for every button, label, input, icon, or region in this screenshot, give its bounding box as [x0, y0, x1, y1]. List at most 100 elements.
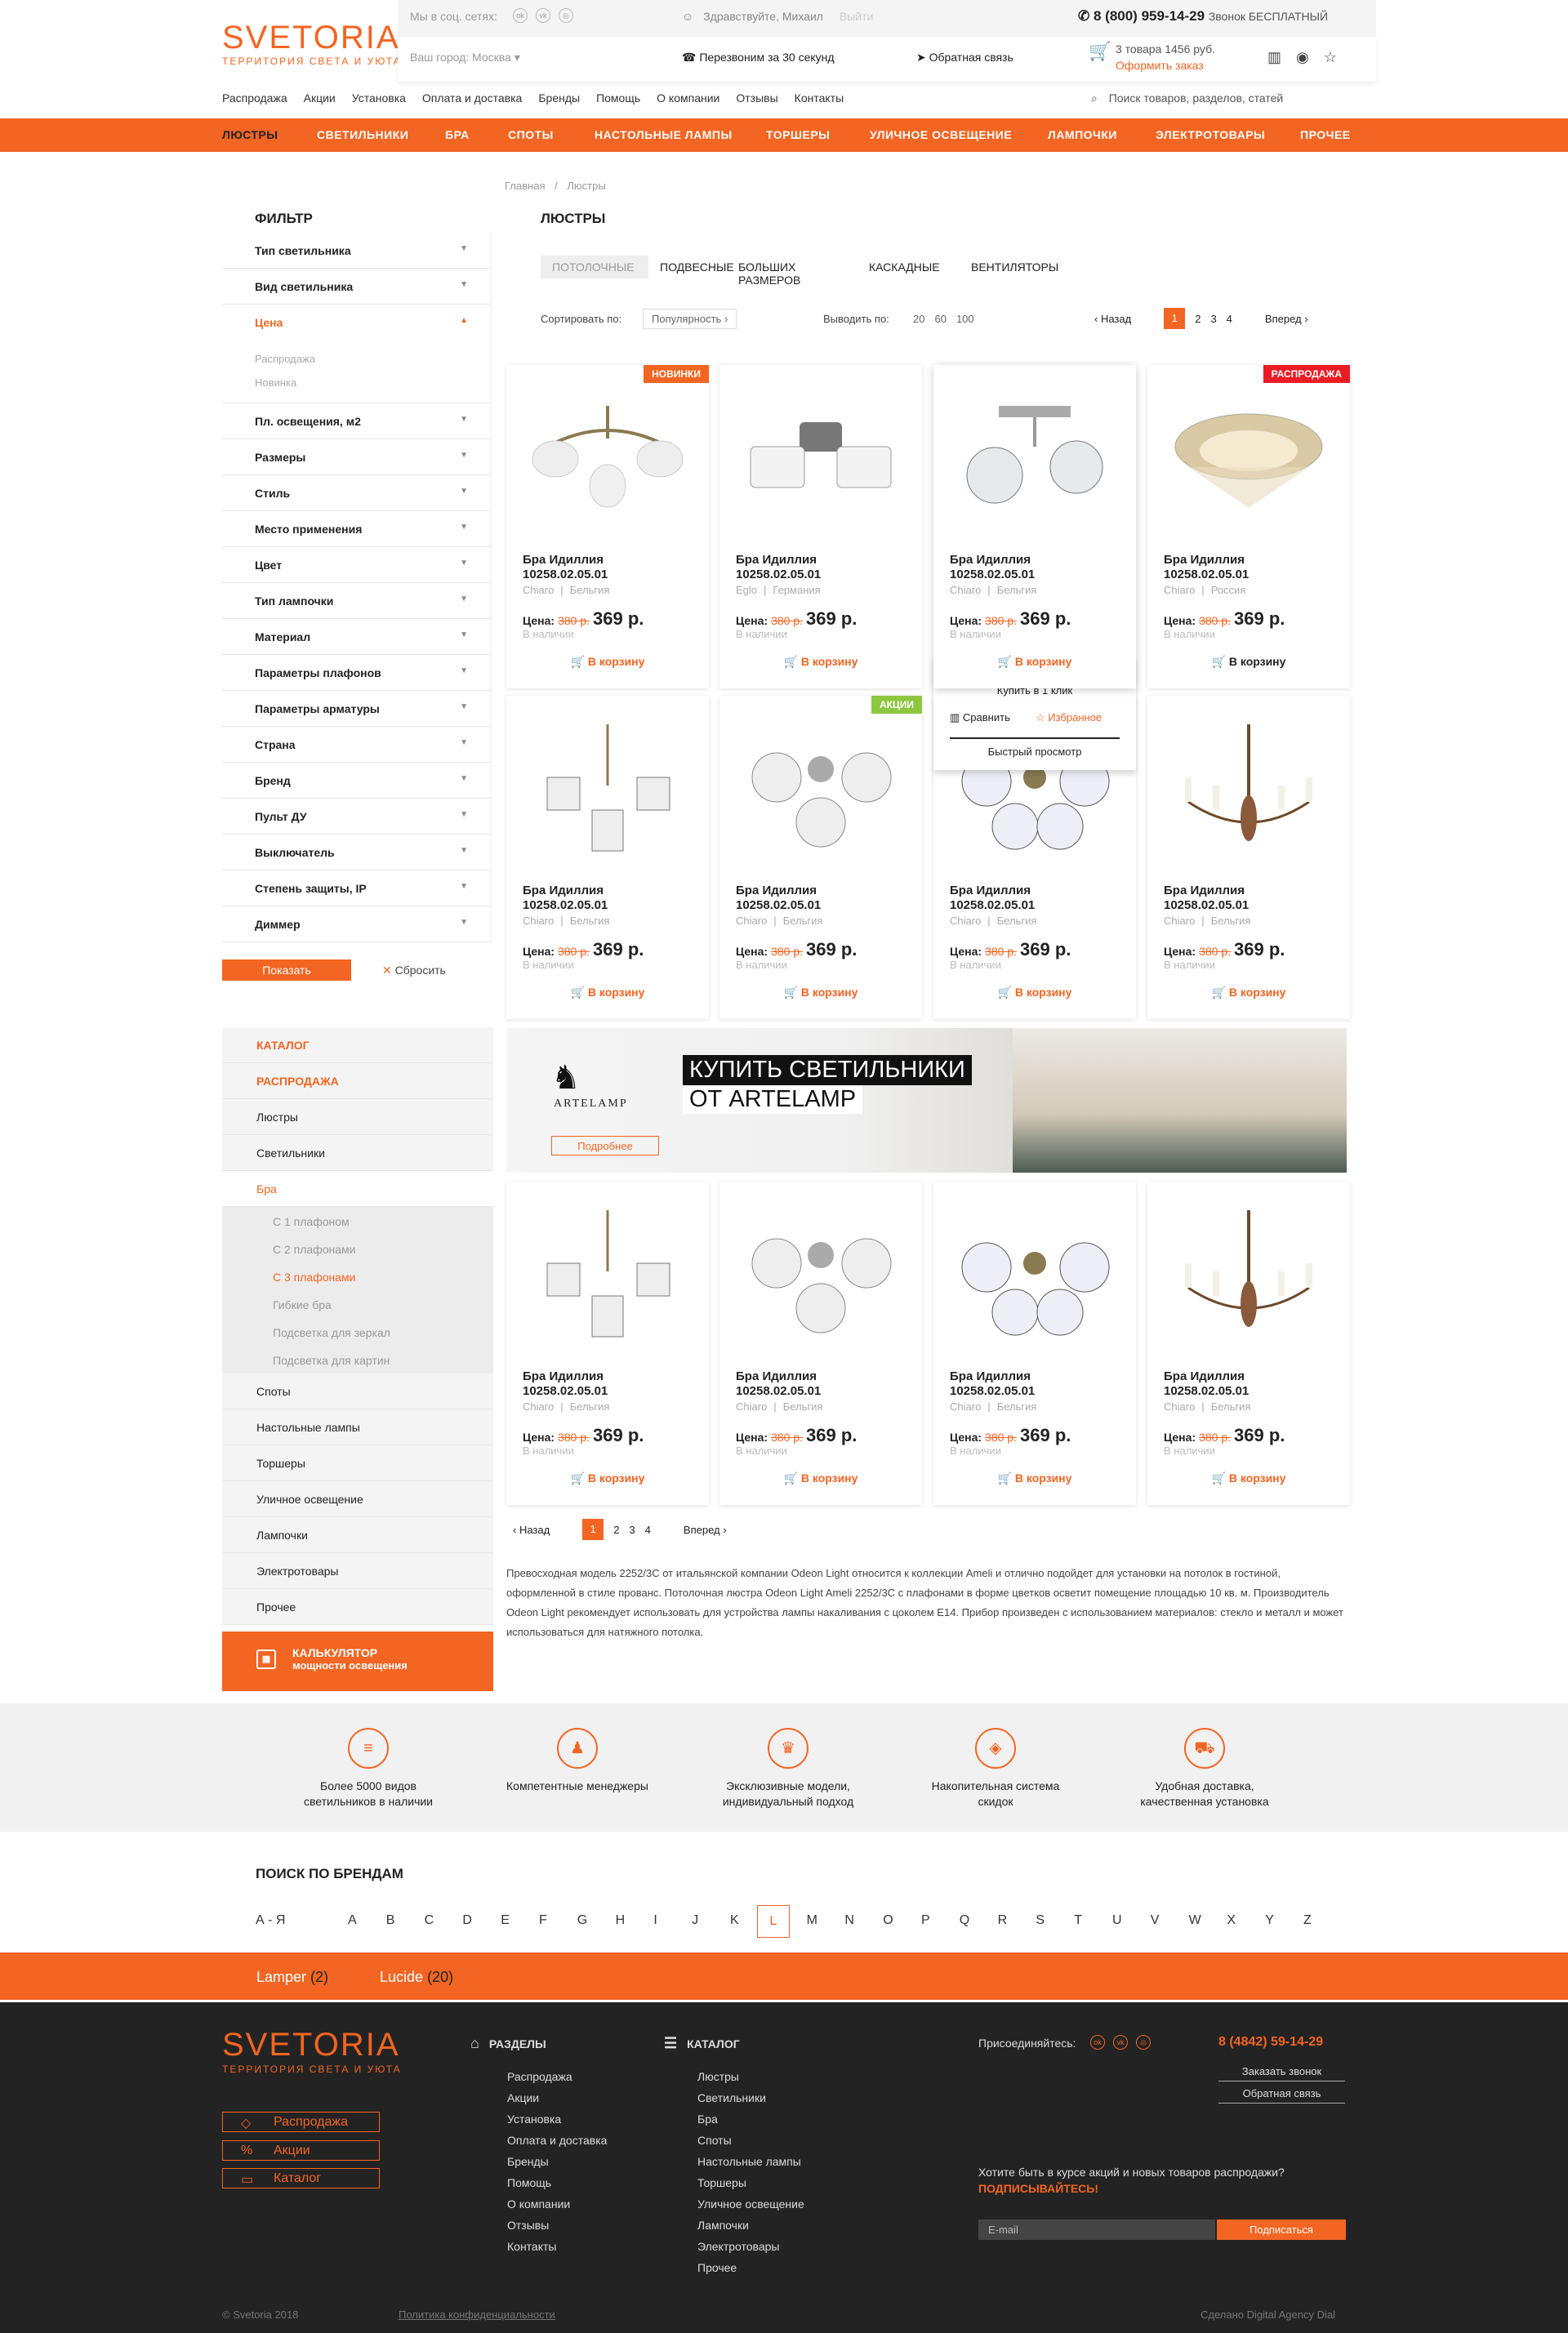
product-title[interactable]: Бра Идиллия 10258.02.05.01: [523, 553, 694, 582]
filter-item[interactable]: Бренд ▼: [222, 763, 491, 799]
ok-icon[interactable]: ok: [513, 8, 528, 23]
brand-letter[interactable]: E: [501, 1913, 510, 1928]
side-cat-item[interactable]: Светильники: [222, 1135, 493, 1171]
product-image[interactable]: [950, 390, 1120, 528]
footer-section-link[interactable]: Оплата и доставка: [507, 2130, 607, 2151]
side-cat-item[interactable]: Прочее: [222, 1589, 493, 1625]
brand-letter[interactable]: C: [425, 1913, 434, 1928]
filter-reset-button[interactable]: ✕ Сбросить: [382, 964, 446, 977]
product-image[interactable]: [1164, 1206, 1334, 1345]
filter-show-button[interactable]: Показать: [222, 959, 351, 981]
perpage-60[interactable]: 60: [934, 313, 946, 325]
brand-letter[interactable]: M: [807, 1913, 817, 1928]
brand-letter[interactable]: Y: [1265, 1913, 1274, 1928]
product-image[interactable]: [523, 720, 693, 859]
pager-next[interactable]: Вперед ›: [684, 1524, 727, 1536]
subtab[interactable]: ПОДВЕСНЫЕ: [648, 256, 734, 278]
perpage-20[interactable]: 20: [913, 313, 924, 325]
add-to-cart-button[interactable]: 🛒 В корзину: [719, 986, 922, 1000]
brand-letter[interactable]: A: [348, 1913, 357, 1928]
brand-letter[interactable]: V: [1151, 1913, 1160, 1928]
filter-item[interactable]: Страна ▼: [222, 727, 491, 763]
top-nav-item[interactable]: Контакты: [795, 91, 844, 105]
footer-catalog-link[interactable]: Электротовары: [697, 2236, 804, 2257]
product-card[interactable]: Бра Идиллия 10258.02.05.01 Chiaro | Россия Це…: [1147, 365, 1350, 688]
brand-letter[interactable]: N: [844, 1913, 854, 1928]
vk-icon[interactable]: vk: [536, 8, 550, 23]
filter-item[interactable]: Диммер ▼: [222, 906, 491, 942]
add-to-cart-button[interactable]: 🛒 В корзину: [933, 655, 1136, 669]
footer-catalog-link[interactable]: Люстры: [697, 2066, 804, 2087]
side-cat-item[interactable]: Настольные лампы: [222, 1409, 493, 1445]
brand-letter[interactable]: X: [1227, 1913, 1236, 1928]
star-icon[interactable]: ☆: [1324, 49, 1337, 66]
product-card[interactable]: Бра Идиллия 10258.02.05.01 Eglo | Германия Це…: [719, 365, 922, 688]
filter-item[interactable]: Параметры плафонов ▼: [222, 655, 491, 691]
product-image[interactable]: [1164, 390, 1334, 528]
pager-page[interactable]: 4: [1227, 313, 1232, 325]
main-nav-item[interactable]: Люстры: [222, 128, 278, 141]
main-nav-item[interactable]: Настольные лампы: [595, 128, 733, 141]
email-input[interactable]: E-mail: [978, 2219, 1215, 2240]
product-title[interactable]: Бра Идиллия 10258.02.05.01: [950, 553, 1121, 582]
product-image[interactable]: [736, 720, 906, 859]
add-to-cart-button[interactable]: 🛒 В корзину: [933, 1471, 1136, 1485]
add-to-cart-button[interactable]: 🛒 В корзину: [1147, 655, 1350, 669]
callback-button[interactable]: ☎ Перезвоним за 30 секунд: [682, 51, 835, 65]
product-title[interactable]: Бра Идиллия 10258.02.05.01: [950, 1369, 1121, 1399]
product-title[interactable]: Бра Идиллия 10258.02.05.01: [1164, 553, 1335, 582]
filter-item[interactable]: Вид светильника ▼: [222, 269, 491, 305]
product-card[interactable]: Бра Идиллия 10258.02.05.01 Chiaro | Бельгия Ц…: [506, 365, 709, 688]
brand-letter[interactable]: H: [616, 1913, 626, 1928]
top-nav-item[interactable]: Помощь: [596, 91, 640, 105]
product-title[interactable]: Бра Идиллия 10258.02.05.01: [736, 553, 907, 582]
filter-item[interactable]: Тип лампочки ▼: [222, 583, 491, 619]
side-cat-sub-item[interactable]: С 3 плафонами: [222, 1262, 493, 1290]
top-nav-item[interactable]: Оплата и доставка: [422, 91, 522, 105]
main-nav-item[interactable]: Уличное освещение: [870, 128, 1012, 141]
footer-catalog-link[interactable]: Торшеры: [697, 2172, 804, 2193]
brand-letter[interactable]: O: [883, 1913, 893, 1928]
feedback-button[interactable]: ➤ Обратная связь: [916, 51, 1013, 65]
checkout-link[interactable]: Оформить заказ: [1116, 59, 1204, 72]
brand-letter[interactable]: U: [1112, 1913, 1122, 1928]
brand-result-lamper[interactable]: Lamper (2): [256, 1969, 328, 1986]
footer-section-link[interactable]: Бренды: [507, 2151, 607, 2172]
pager-page[interactable]: 3: [1210, 313, 1216, 325]
footer-phone[interactable]: 8 (4842) 59-14-29: [1218, 2035, 1323, 2050]
subtab[interactable]: КАСКАДНЫЕ: [858, 256, 960, 278]
side-cat-sub-item[interactable]: С 1 плафоном: [222, 1207, 493, 1235]
side-cat-item[interactable]: КАТАЛОГ: [222, 1027, 493, 1063]
add-to-cart-button[interactable]: 🛒 В корзину: [719, 1471, 922, 1485]
footer-catalog-link[interactable]: Бра: [697, 2108, 804, 2130]
filter-item[interactable]: Цена ▲: [222, 305, 491, 341]
main-nav-item[interactable]: Торшеры: [766, 128, 830, 141]
search-box[interactable]: ⌕ Поиск товаров, разделов, статей: [1091, 91, 1283, 105]
filter-item[interactable]: Выключатель ▼: [222, 835, 491, 870]
add-to-cart-button[interactable]: 🛒 В корзину: [933, 986, 1136, 1000]
product-title[interactable]: Бра Идиллия 10258.02.05.01: [523, 1369, 694, 1399]
made-by[interactable]: Сделано Digital Agency Dial: [1200, 2309, 1335, 2321]
banner-more-button[interactable]: Подробнее: [551, 1136, 659, 1155]
perpage-100[interactable]: 100: [956, 313, 974, 325]
footer-promo-button[interactable]: % Акции: [222, 2140, 380, 2161]
product-title[interactable]: Бра Идиллия 10258.02.05.01: [1164, 884, 1335, 913]
product-title[interactable]: Бра Идиллия 10258.02.05.01: [1164, 1369, 1335, 1399]
brand-letter[interactable]: J: [692, 1913, 698, 1928]
product-title[interactable]: Бра Идиллия 10258.02.05.01: [523, 884, 694, 913]
footer-catalog-link[interactable]: Лампочки: [697, 2215, 804, 2236]
filter-item[interactable]: Пульт ДУ ▼: [222, 799, 491, 835]
product-card[interactable]: Бра Идиллия 10258.02.05.01 Chiaro | Бельгия Ц…: [1147, 1182, 1350, 1505]
product-card[interactable]: Бра Идиллия 10258.02.05.01 Chiaro | Бельгия Ц…: [933, 1182, 1136, 1505]
side-cat-sub-item[interactable]: Гибкие бра: [222, 1290, 493, 1318]
side-cat-item[interactable]: РАСПРОДАЖА: [222, 1063, 493, 1099]
brand-letter[interactable]: G: [577, 1913, 587, 1928]
main-nav-item[interactable]: Лампочки: [1048, 128, 1117, 141]
cart-icon[interactable]: 🛒: [1089, 41, 1111, 62]
top-nav-item[interactable]: О компании: [657, 91, 719, 105]
brand-letter[interactable]: R: [998, 1913, 1008, 1928]
brand-letter[interactable]: Q: [960, 1913, 969, 1928]
pager-page[interactable]: 1: [1164, 308, 1186, 329]
main-nav-item[interactable]: Прочее: [1300, 128, 1351, 141]
privacy-link[interactable]: Политика конфиденциальности: [399, 2309, 555, 2321]
